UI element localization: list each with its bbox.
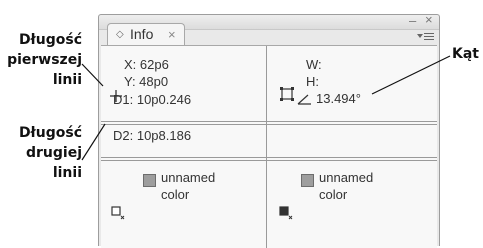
angle-icon	[297, 94, 311, 105]
fill-color-name-line1: unnamed	[161, 170, 216, 185]
y-value: Y: 48p0	[124, 74, 169, 89]
callout-second-line-length: Długość drugiej linii	[18, 125, 82, 181]
row-divider	[101, 157, 437, 158]
fill-color-swatch	[143, 174, 156, 187]
row-divider	[101, 124, 437, 125]
tab-close-icon[interactable]: ×	[168, 27, 176, 42]
stroke-color-name-line2: color	[319, 187, 348, 202]
width-label: W:	[306, 57, 322, 72]
fill-proxy-icon	[111, 206, 125, 220]
row-divider	[101, 160, 437, 161]
minimize-icon[interactable]: –	[409, 13, 416, 28]
info-panel: – × ◇ Info × X: 62p6 Y: 48p0 D1: 10p0.24…	[98, 12, 440, 248]
tab-diamond-icon: ◇	[116, 29, 124, 40]
callout-angle: Kąt	[452, 46, 479, 62]
stroke-color-swatch	[301, 174, 314, 187]
height-label: H:	[306, 74, 319, 89]
x-value: X: 62p6	[124, 57, 169, 72]
tab-info-label: Info	[130, 26, 154, 42]
stroke-color-name-line1: unnamed	[319, 170, 374, 185]
stroke-proxy-icon	[279, 206, 293, 220]
fill-color-name-line2: color	[161, 187, 190, 202]
tab-info[interactable]: ◇ Info ×	[107, 23, 185, 45]
d2-value: D2: 10p8.186	[113, 128, 192, 143]
row-divider	[101, 121, 437, 122]
panel-menu-icon[interactable]	[417, 31, 435, 43]
angle-value: 13.494°	[316, 91, 361, 106]
info-content: X: 62p6 Y: 48p0 D1: 10p0.246 W: H: 13.49…	[101, 45, 437, 248]
column-divider	[266, 46, 267, 248]
callout-first-line-length: Długość pierwszej linii	[7, 32, 82, 88]
bounding-box-icon	[280, 87, 294, 101]
d1-value: D1: 10p0.246	[113, 92, 192, 107]
close-icon[interactable]: ×	[425, 12, 433, 27]
